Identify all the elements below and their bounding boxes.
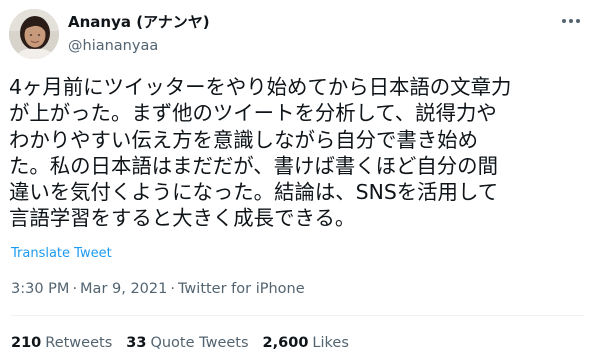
- tweet-date[interactable]: Mar 9, 2021: [80, 281, 167, 297]
- quote-tweets-stat[interactable]: 33 Quote Tweets: [126, 335, 248, 351]
- tweet-text-line: 4ヶ月前にツイッターをやり始めてから日本語の文章力: [9, 75, 512, 99]
- retweets-label: Retweets: [45, 335, 113, 351]
- meta-separator: ·: [170, 281, 175, 297]
- likes-label: Likes: [312, 335, 349, 351]
- tweet-stats: 210 Retweets 33 Quote Tweets 2,600 Likes: [11, 335, 363, 351]
- quote-tweets-label: Quote Tweets: [150, 335, 249, 351]
- more-options-button[interactable]: [558, 10, 584, 32]
- tweet-text-line: 違いを気付くようになった。結論は、SNSを活用して: [9, 180, 499, 205]
- tweet-card: Ananya (アナンヤ) @hiananyaa 4ヶ月前にツイッターをやり始め…: [0, 0, 594, 362]
- likes-count: 2,600: [262, 335, 309, 351]
- author-block: Ananya (アナンヤ) @hiananyaa: [68, 13, 210, 56]
- tweet-text-line: わかりやすい伝え方を意識しながら自分で書き始め: [9, 127, 478, 152]
- tweet-text-line: が上がった。まず他のツイートを分析して、説得力や: [9, 101, 497, 126]
- author-display-name[interactable]: Ananya (アナンヤ): [68, 13, 210, 32]
- translate-tweet-link[interactable]: Translate Tweet: [11, 246, 112, 261]
- divider: [11, 315, 584, 316]
- tweet-text: 4ヶ月前にツイッターをやり始めてから日本語の文章力 が上がった。まず他のツイート…: [9, 74, 594, 232]
- more-horizontal-icon: [562, 19, 580, 23]
- meta-separator: ·: [72, 281, 78, 297]
- tweet-time[interactable]: 3:30 PM: [11, 281, 69, 297]
- tweet-meta: 3:30 PM · Mar 9, 2021 · Twitter for iPhone: [11, 281, 305, 297]
- retweets-stat[interactable]: 210 Retweets: [11, 335, 112, 351]
- tweet-text-line: た。私の日本語はまだだが、書けば書くほど自分の間: [9, 153, 498, 178]
- tweet-source[interactable]: Twitter for iPhone: [178, 281, 305, 297]
- retweets-count: 210: [11, 335, 42, 351]
- likes-stat[interactable]: 2,600 Likes: [263, 335, 349, 351]
- quote-tweets-count: 33: [126, 335, 147, 351]
- author-handle[interactable]: @hiananyaa: [68, 37, 210, 56]
- tweet-text-line: 言語学習をすると大きく成長できる。: [9, 206, 356, 231]
- avatar-photo: [9, 9, 59, 59]
- avatar[interactable]: [9, 9, 59, 59]
